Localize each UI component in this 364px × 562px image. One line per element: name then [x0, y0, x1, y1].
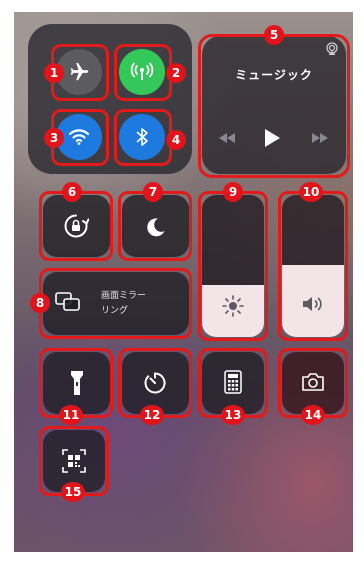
highlight-8: [39, 268, 192, 339]
callout-14: 14: [301, 405, 325, 425]
callout-10: 10: [299, 182, 323, 202]
callout-3: 3: [44, 128, 64, 148]
highlight-10: [278, 191, 348, 341]
highlight-5: [198, 34, 350, 178]
highlight-6: [39, 191, 113, 261]
highlight-4: [114, 109, 172, 166]
callout-13: 13: [221, 405, 245, 425]
callout-5: 5: [264, 25, 284, 45]
callout-2: 2: [166, 63, 186, 83]
callout-7: 7: [143, 182, 163, 202]
callout-11: 11: [59, 405, 83, 425]
callout-15: 15: [61, 482, 85, 502]
callout-8: 8: [30, 293, 50, 313]
callout-1: 1: [44, 63, 64, 83]
callout-9: 9: [223, 182, 243, 202]
highlight-2: [114, 44, 172, 101]
callout-6: 6: [62, 182, 82, 202]
callout-4: 4: [166, 130, 186, 150]
callout-12: 12: [140, 405, 164, 425]
highlight-9: [198, 191, 268, 341]
